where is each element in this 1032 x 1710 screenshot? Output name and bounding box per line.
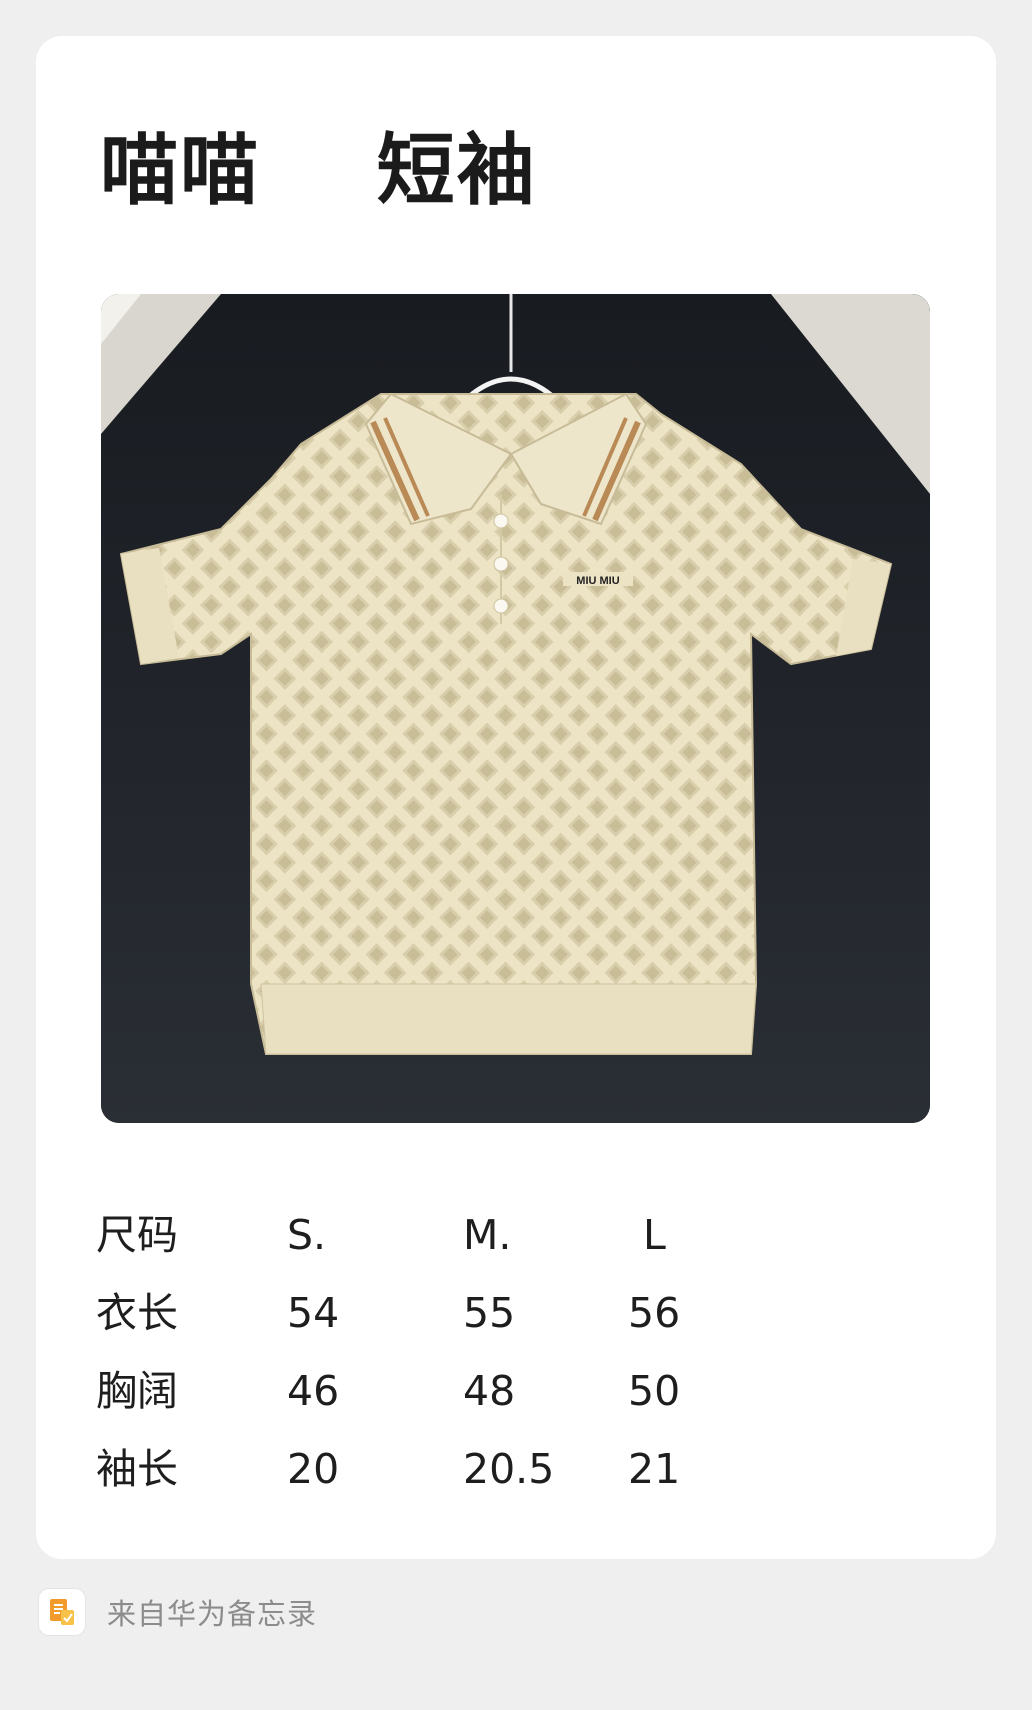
header-label: 尺码: [96, 1211, 178, 1259]
table-row: 衣长 54 55 56: [96, 1274, 796, 1352]
memo-app-icon[interactable]: [39, 1589, 85, 1635]
row-label: 袖长: [96, 1445, 178, 1493]
table-row: 袖长 20 20.5 21: [96, 1430, 796, 1508]
row-value: 54: [287, 1289, 340, 1337]
row-label: 衣长: [96, 1289, 178, 1337]
size-table: 尺码 S. M. L 衣长 54 55 56 胸阔 46 48 50 袖长 20…: [96, 1196, 796, 1508]
logo-text: MIU MIU: [576, 575, 619, 587]
row-value: 20: [287, 1445, 340, 1493]
row-value: 21: [628, 1445, 681, 1493]
size-table-header: 尺码 S. M. L: [96, 1196, 796, 1274]
note-title: 喵喵 短袖: [100, 126, 537, 216]
footer[interactable]: 来自华为备忘录: [39, 1589, 317, 1635]
header-size-s: S.: [287, 1211, 327, 1259]
row-value: 48: [463, 1367, 516, 1415]
header-size-l: L: [643, 1211, 666, 1259]
row-value: 20.5: [463, 1445, 555, 1493]
row-label: 胸阔: [96, 1367, 178, 1415]
row-value: 50: [628, 1367, 681, 1415]
row-value: 56: [628, 1289, 681, 1337]
row-value: 55: [463, 1289, 516, 1337]
row-value: 46: [287, 1367, 340, 1415]
shirt-photo-icon: MIU MIU: [101, 294, 930, 1123]
table-row: 胸阔 46 48 50: [96, 1352, 796, 1430]
product-photo[interactable]: MIU MIU: [101, 294, 930, 1123]
footer-source-text: 来自华为备忘录: [107, 1597, 318, 1631]
note-card: 喵喵 短袖 MIU MIU 尺码 S. M. L 衣长 54 55 56 胸阔 …: [36, 36, 996, 1559]
header-size-m: M.: [463, 1211, 512, 1259]
